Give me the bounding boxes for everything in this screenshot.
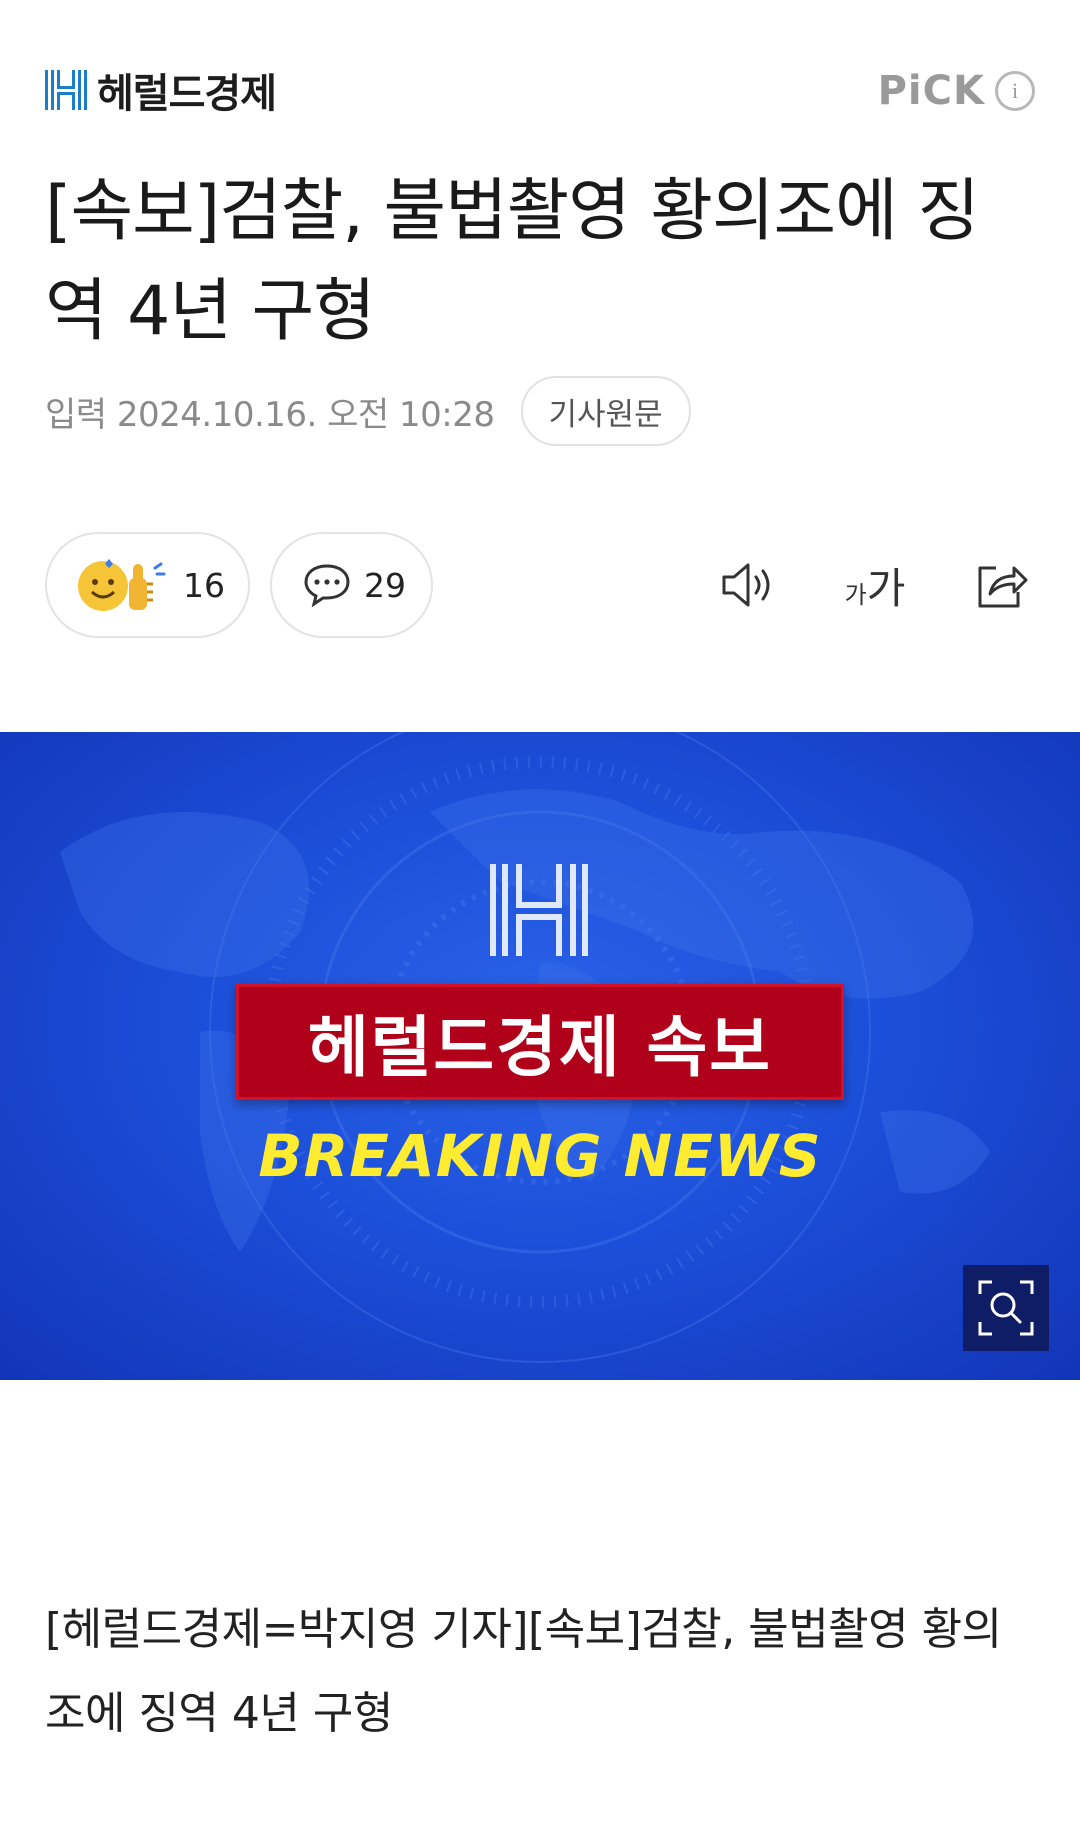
font-size-icon: 가가 [844, 563, 906, 613]
pick-label: PiCK [877, 68, 985, 114]
article-body: [헤럴드경제=박지영 기자][속보]검찰, 불법촬영 황의조에 징역 4년 구형 [45, 1604, 1002, 1739]
article-image[interactable]: 헤럴드경제 속보 BREAKING NEWS [0, 732, 1080, 1380]
original-article-button[interactable]: 기사원문 [520, 376, 691, 446]
pick-badge[interactable]: PiCK i [878, 68, 1035, 114]
reaction-count: 16 [183, 565, 225, 605]
header: 헤럴드경제 PiCK i [0, 0, 1080, 170]
comment-bubble-icon [304, 564, 350, 608]
brand-name: 헤럴드경제 [97, 71, 277, 117]
font-size-button[interactable]: 가가 [835, 554, 915, 616]
zoom-image-icon [978, 1280, 1034, 1336]
publish-date: 입력 2024.10.16. 오전 10:28 [45, 394, 495, 435]
comment-button[interactable]: 29 [270, 532, 433, 638]
article-meta: 입력 2024.10.16. 오전 10:28 기사원문 [45, 376, 691, 446]
reaction-button[interactable]: 16 [45, 532, 250, 638]
smile-thumbs-up-icon [78, 559, 166, 611]
herald-logo-icon [45, 70, 87, 110]
speaker-icon [722, 563, 770, 607]
share-button[interactable] [970, 554, 1034, 616]
comment-count: 29 [364, 565, 406, 605]
zoom-image-button[interactable] [963, 1265, 1049, 1351]
article-title: [속보]검찰, 불법촬영 황의조에 징역 4년 구형 [45, 172, 980, 351]
share-icon [978, 566, 1028, 608]
info-icon[interactable]: i [995, 71, 1035, 111]
brand-logo[interactable]: 헤럴드경제 [45, 68, 277, 117]
banner-subtitle: BREAKING NEWS [258, 1122, 822, 1190]
herald-banner-logo-icon [490, 864, 588, 956]
banner-title: 헤럴드경제 속보 [236, 984, 844, 1100]
audio-button[interactable] [717, 554, 781, 616]
action-bar: 16 29 가가 [45, 532, 1035, 638]
